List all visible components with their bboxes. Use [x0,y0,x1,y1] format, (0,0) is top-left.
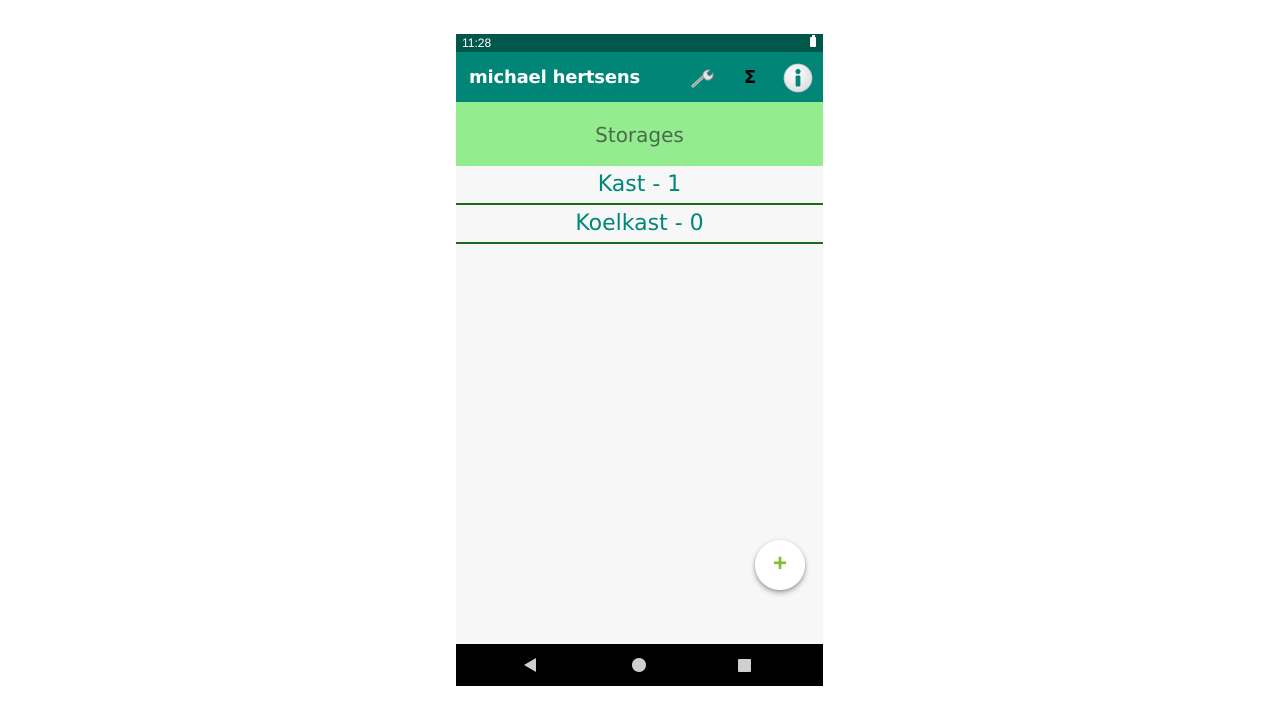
status-bar: 11:28 [456,34,823,52]
battery-icon [810,35,816,47]
list-item[interactable]: Kast - 1 [456,166,823,205]
page-title: Storages [595,123,684,147]
info-icon[interactable] [783,63,813,93]
navigation-bar [456,644,823,686]
add-storage-button[interactable]: + [755,540,805,590]
sigma-icon[interactable]: Σ [739,65,761,91]
back-icon[interactable] [524,658,536,672]
wrench-icon[interactable] [689,64,717,92]
app-title: michael hertsens [469,67,640,88]
recents-icon[interactable] [738,659,751,672]
phone-screen: 11:28 michael hertsens Σ Storages Kast -… [456,34,823,686]
storages-header: Storages [456,102,823,166]
storage-list: Kast - 1 Koelkast - 0 [456,166,823,244]
app-bar: michael hertsens Σ [456,52,823,102]
home-icon[interactable] [632,658,646,672]
list-item[interactable]: Koelkast - 0 [456,205,823,244]
status-time: 11:28 [462,36,492,50]
